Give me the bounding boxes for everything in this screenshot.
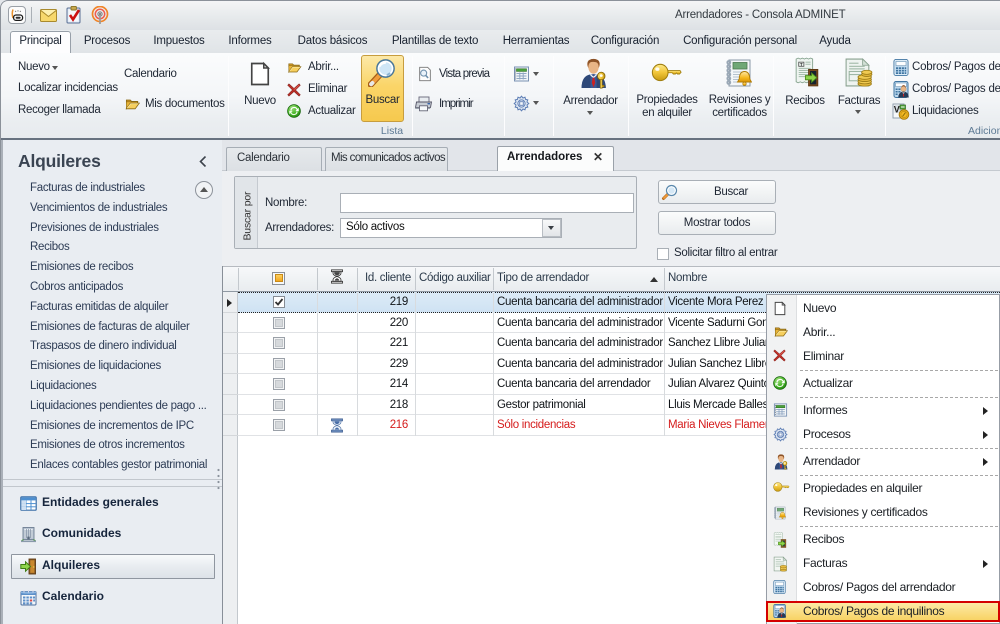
svg-text:V: V <box>894 105 900 115</box>
svg-text:T: T <box>800 62 803 67</box>
